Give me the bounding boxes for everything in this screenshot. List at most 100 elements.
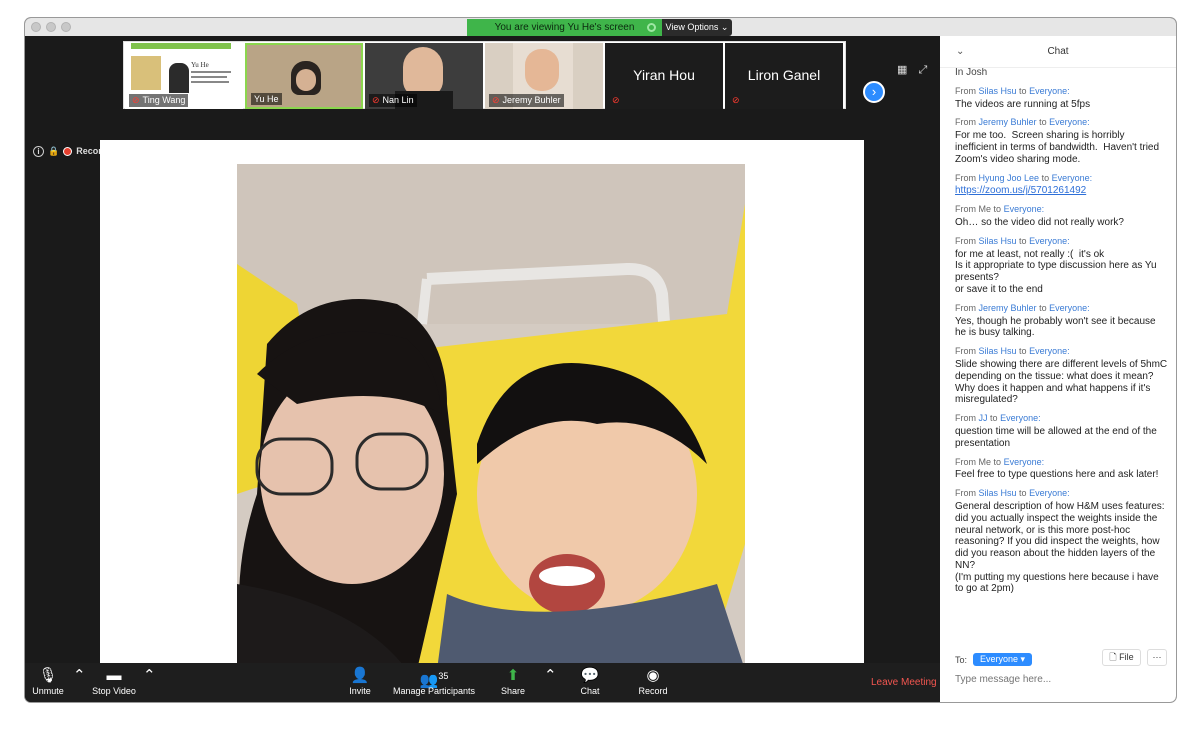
chat-message: From Jeremy Buhler to Everyone: For me to…: [955, 117, 1169, 165]
file-button[interactable]: 🗋 File: [1102, 649, 1141, 666]
chat-message-text: for me at least, not really :( it's ok I…: [955, 248, 1157, 295]
fullscreen-icon[interactable]: ⤢: [918, 64, 927, 76]
sender-name[interactable]: Jeremy Buhler: [979, 117, 1037, 127]
stop-video-button[interactable]: ▬ Stop Video: [91, 666, 137, 696]
participant-tile[interactable]: ⊘ Nan Lin: [365, 43, 483, 109]
meeting-toolbar: 🎙 Unmute ⌃ ▬ Stop Video ⌃ 👤 Invite 👥35 Manag…: [25, 663, 940, 702]
participant-tile[interactable]: Yiran Hou ⊘: [605, 43, 723, 109]
participant-tile[interactable]: ⊘ Jeremy Buhler: [485, 43, 603, 109]
participant-tile[interactable]: Yu He: [245, 43, 363, 109]
gallery-view-icon[interactable]: ▦: [897, 64, 907, 76]
to-label: To:: [955, 654, 968, 665]
to-word: to: [993, 456, 1002, 467]
from-prefix: From: [955, 488, 976, 499]
chat-message-input[interactable]: [955, 674, 1165, 685]
slide-header-bar: [131, 43, 231, 49]
close-window-button[interactable]: [31, 22, 41, 32]
participant-name: ⊘ Jeremy Buhler: [489, 94, 564, 107]
more-options-button[interactable]: ···: [1147, 649, 1167, 666]
share-screen-icon: ⬆: [506, 667, 520, 684]
participant-tile[interactable]: Yu He ⊘ Ting Wang: [125, 43, 243, 109]
chat-message-meta: From Me to Everyone:: [955, 457, 1169, 469]
chat-bubble-icon: 💬: [580, 667, 600, 684]
sender-name[interactable]: Silas Hsu: [979, 346, 1017, 356]
sender-name[interactable]: Silas Hsu: [979, 86, 1017, 96]
chat-message-fragment: In Josh: [955, 68, 988, 78]
to-word: to: [1019, 488, 1027, 499]
sender-name[interactable]: Silas Hsu: [979, 488, 1017, 498]
from-prefix: From: [955, 456, 976, 467]
chat-message: From JJ to Everyone: question time will b…: [955, 413, 1169, 449]
title-bar: You are viewing Yu He's screen View Opti…: [25, 18, 1176, 36]
shared-screen: [100, 140, 864, 680]
info-icon[interactable]: i: [33, 145, 44, 157]
chat-messages[interactable]: In Josh From Silas Hsu to Everyone: The v…: [955, 68, 1169, 628]
audio-options-button[interactable]: ⌃: [73, 666, 86, 686]
view-options-button[interactable]: View Options ⌄: [662, 19, 732, 36]
sender-name[interactable]: Hyung Joo Lee: [979, 173, 1040, 183]
muted-microphone-icon: 🎙: [38, 667, 58, 684]
video-area: Yu He ⊘ Ting Wang Yu He ⊘ Nan Lin ⊘ Jere…: [25, 36, 940, 680]
lock-icon[interactable]: 🔒: [48, 146, 59, 157]
chat-message-meta: From Silas Hsu to Everyone:: [955, 488, 1169, 500]
sender-name[interactable]: JJ: [979, 413, 988, 423]
participant-tile[interactable]: Liron Ganel ⊘: [725, 43, 843, 109]
to-word: to: [1019, 85, 1027, 96]
slide-text-line: [191, 76, 227, 78]
recipient-name: Everyone:: [1049, 302, 1090, 313]
chat-message: From Hyung Joo Lee to Everyone: https://z…: [955, 173, 1169, 198]
minimize-window-button[interactable]: [46, 22, 56, 32]
sender-name[interactable]: Jeremy Buhler: [979, 303, 1037, 313]
video-options-button[interactable]: ⌃: [143, 666, 156, 686]
recipient-name: Everyone:: [1029, 235, 1070, 246]
chat-message-meta: From Hyung Joo Lee to Everyone:: [955, 173, 1169, 185]
zoom-window-button[interactable]: [61, 22, 71, 32]
viewing-banner-text: You are viewing Yu He's screen: [494, 22, 635, 33]
to-word: to: [993, 204, 1002, 215]
recipient-name: Everyone:: [1003, 456, 1045, 467]
chat-button[interactable]: 💬 Chat: [578, 666, 602, 696]
recipient-name: Everyone:: [1051, 172, 1093, 183]
from-prefix: From: [955, 117, 976, 128]
chat-message-text: General description of how H&M uses feat…: [955, 500, 1165, 595]
unmute-button[interactable]: 🎙 Unmute: [31, 666, 65, 696]
muted-mic-icon: ⊘: [732, 95, 740, 105]
from-prefix: From: [955, 346, 976, 357]
from-prefix: From: [955, 85, 976, 96]
to-word: to: [1041, 172, 1050, 183]
participant-strip: Yu He ⊘ Ting Wang Yu He ⊘ Nan Lin ⊘ Jere…: [123, 41, 846, 109]
chevron-up-icon: ⌃: [143, 667, 156, 684]
beach-photo-image: [237, 164, 745, 670]
sender-name: Me: [978, 456, 992, 467]
sender-name[interactable]: Silas Hsu: [979, 236, 1017, 246]
to-word: to: [1039, 117, 1047, 128]
viewing-banner: You are viewing Yu He's screen: [467, 19, 662, 36]
participant-name: ⊘ Nan Lin: [369, 94, 417, 107]
record-button[interactable]: ◉ Record: [637, 666, 669, 696]
muted-mic-icon: ⊘: [372, 95, 380, 105]
recipient-dropdown[interactable]: Everyone ▾: [973, 653, 1033, 666]
to-word: to: [1019, 346, 1027, 357]
presenter-image: [169, 63, 189, 93]
recipient-name: Everyone:: [1003, 204, 1045, 215]
participant-big-name: Liron Ganel: [747, 67, 821, 83]
share-options-button[interactable]: ⌃: [544, 666, 557, 686]
add-person-icon: 👤: [350, 667, 370, 684]
invite-button[interactable]: 👤 Invite: [345, 666, 375, 696]
manage-participants-button[interactable]: 👥35 Manage Participants: [392, 666, 476, 696]
sharing-indicator-icon: [647, 23, 656, 32]
chevron-down-icon[interactable]: ⌄: [956, 36, 964, 68]
zoom-window: You are viewing Yu He's screen View Opti…: [25, 18, 1176, 702]
chat-link[interactable]: https://zoom.us/j/5701261492: [955, 185, 1086, 196]
chat-message-text: The videos are running at 5fps: [955, 98, 1091, 110]
file-icon: 🗋: [1109, 652, 1117, 662]
next-participants-button[interactable]: ›: [863, 81, 885, 103]
from-prefix: From: [955, 302, 976, 313]
share-button[interactable]: ⬆ Share: [499, 666, 527, 696]
chat-message: From Silas Hsu to Everyone: General descr…: [955, 488, 1169, 595]
to-word: to: [1039, 302, 1047, 313]
participant-name: Yu He: [251, 93, 282, 105]
leave-meeting-button[interactable]: Leave Meeting: [871, 677, 937, 688]
participant-face: [525, 49, 559, 91]
from-prefix: From: [955, 235, 976, 246]
